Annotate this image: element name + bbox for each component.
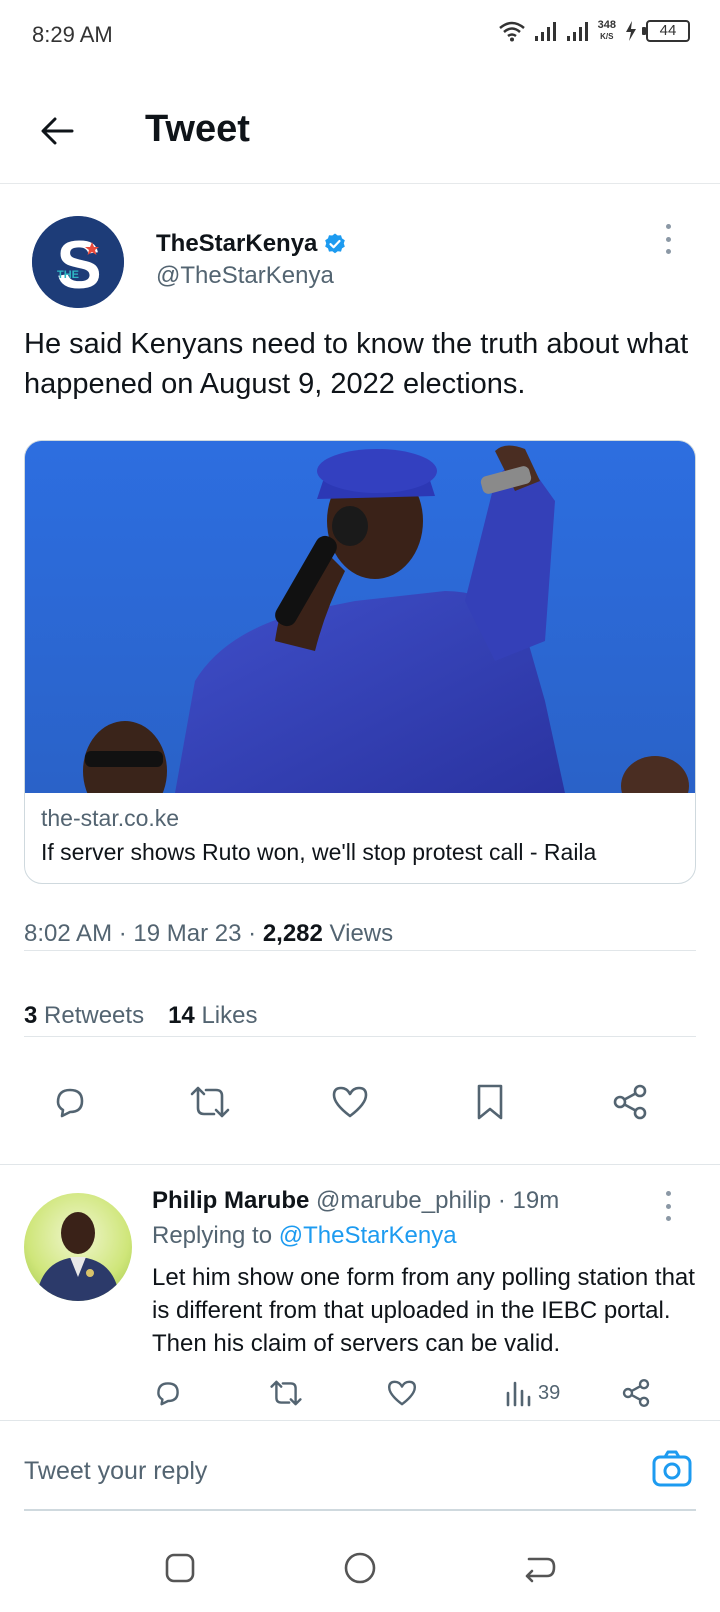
retweets-label: Retweets xyxy=(44,1002,145,1029)
replying-to: Replying to @TheStarKenya xyxy=(152,1222,457,1250)
input-underline xyxy=(24,1509,696,1511)
reply-author-handle[interactable]: @marube_philip xyxy=(316,1187,491,1214)
back-button[interactable] xyxy=(34,108,80,154)
app-bar: Tweet xyxy=(0,80,720,184)
reply-author-name[interactable]: Philip Marube xyxy=(152,1187,309,1214)
likes-stat[interactable]: 14 Likes xyxy=(168,1002,257,1030)
link-card[interactable]: the-star.co.ke If server shows Ruto won,… xyxy=(24,440,696,884)
author-avatar[interactable]: S THE xyxy=(32,216,124,308)
views-count: 2,282 xyxy=(262,920,323,947)
system-back-button[interactable] xyxy=(520,1548,560,1588)
likes-count: 14 xyxy=(168,1002,195,1029)
share-button[interactable] xyxy=(606,1078,654,1126)
tweet-time: 8:02 AM xyxy=(24,920,113,947)
author-handle[interactable]: @TheStarKenya xyxy=(156,262,334,290)
the-star-logo: S THE xyxy=(32,216,124,308)
reply-share-button[interactable] xyxy=(620,1373,652,1413)
tweet-meta: 8:02 AM · 19 Mar 23 · 2,282 Views xyxy=(24,920,394,947)
card-photo xyxy=(25,441,695,793)
reply-avatar[interactable] xyxy=(24,1193,132,1301)
recents-button[interactable] xyxy=(160,1548,200,1588)
tweet-date: 19 Mar 23 xyxy=(133,920,242,947)
replying-prefix: Replying to xyxy=(152,1222,273,1249)
bookmark-button[interactable] xyxy=(466,1078,514,1126)
svg-text:S: S xyxy=(56,227,101,303)
reply-avatar-photo xyxy=(36,1212,120,1301)
system-back-icon xyxy=(525,1557,556,1583)
reply-age: 19m xyxy=(512,1187,560,1214)
card-domain: the-star.co.ke xyxy=(41,805,180,831)
bookmark-icon xyxy=(477,1084,503,1120)
retweet-button[interactable] xyxy=(186,1078,234,1126)
charging-icon xyxy=(626,21,636,41)
battery-indicator: 44 xyxy=(642,20,690,42)
retweets-count: 3 xyxy=(24,1002,38,1029)
reply-tweet[interactable]: Philip Marube @marube_philip · 19m Reply… xyxy=(0,1165,720,1420)
back-arrow-icon xyxy=(41,117,74,145)
reply-reply-button[interactable] xyxy=(152,1373,184,1413)
retweet-icon xyxy=(270,1380,302,1406)
replying-to-link[interactable]: @TheStarKenya xyxy=(279,1222,457,1249)
card-title: If server shows Ruto won, we'll stop pro… xyxy=(41,839,597,865)
tweet-actions xyxy=(0,1050,720,1144)
net-speed-value: 348 xyxy=(597,19,616,31)
reply-button[interactable] xyxy=(46,1078,94,1126)
camera-icon xyxy=(652,1450,692,1487)
engagement-stats: 3 Retweets 14 Likes xyxy=(24,1002,257,1030)
share-icon xyxy=(613,1084,647,1120)
reply-more-options-button[interactable] xyxy=(656,1191,680,1221)
signal-icon xyxy=(534,22,556,41)
reply-actions: 39 xyxy=(152,1373,708,1413)
author-name[interactable]: TheStarKenya xyxy=(156,230,347,258)
net-speed-unit: K/S xyxy=(600,32,614,41)
system-nav-bar xyxy=(0,1522,720,1612)
heart-icon xyxy=(332,1086,368,1118)
wifi-icon xyxy=(498,21,525,42)
status-icons: 348 K/S 44 xyxy=(498,20,690,42)
status-bar: 8:29 AM 348 K/S 44 xyxy=(0,0,720,72)
more-options-button[interactable] xyxy=(656,224,680,254)
reply-views-count: 39 xyxy=(538,1381,561,1404)
net-speed: 348 K/S xyxy=(598,20,616,42)
divider xyxy=(24,950,696,951)
status-time: 8:29 AM xyxy=(32,22,113,47)
home-icon xyxy=(344,1552,376,1584)
camera-button[interactable] xyxy=(650,1447,694,1491)
like-button[interactable] xyxy=(326,1078,374,1126)
recents-icon xyxy=(165,1553,195,1583)
page-title: Tweet xyxy=(145,108,250,150)
reply-text: Let him show one form from any polling s… xyxy=(152,1264,695,1357)
author-name-text: TheStarKenya xyxy=(156,230,318,257)
retweet-icon xyxy=(190,1086,230,1118)
heart-icon xyxy=(388,1380,416,1406)
reply-input[interactable] xyxy=(24,1449,604,1493)
retweets-stat[interactable]: 3 Retweets xyxy=(24,1002,144,1030)
home-button[interactable] xyxy=(340,1548,380,1588)
reply-views-button[interactable]: 39 xyxy=(504,1373,560,1413)
signal-icon-2 xyxy=(566,22,588,41)
reply-icon xyxy=(157,1382,179,1406)
views-label: Views xyxy=(329,920,394,947)
card-image[interactable] xyxy=(25,441,695,793)
svg-text:THE: THE xyxy=(57,269,79,281)
reply-like-button[interactable] xyxy=(386,1373,418,1413)
reply-icon xyxy=(56,1088,84,1118)
views-icon xyxy=(506,1381,531,1407)
likes-label: Likes xyxy=(201,1002,258,1029)
reply-retweet-button[interactable] xyxy=(268,1373,304,1413)
tweet-text: He said Kenyans need to know the truth a… xyxy=(24,328,689,400)
reply-header: Philip Marube @marube_philip · 19m xyxy=(152,1187,560,1214)
reply-composer xyxy=(0,1420,720,1522)
verified-badge-icon xyxy=(325,233,346,254)
share-icon xyxy=(622,1379,650,1407)
divider xyxy=(24,1036,696,1037)
